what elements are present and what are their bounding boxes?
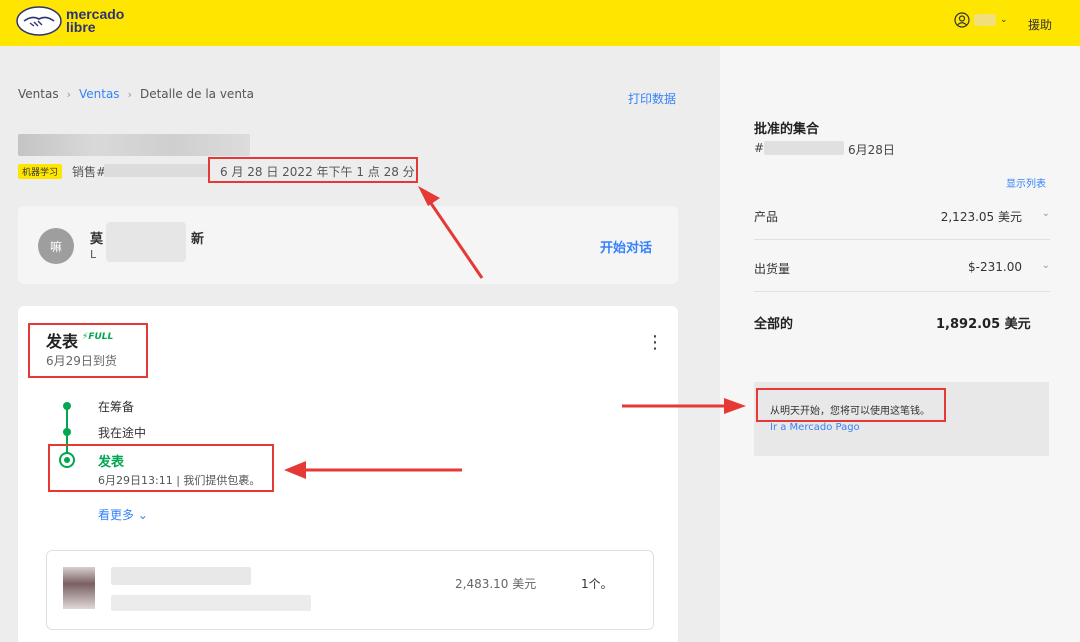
summary-date: 6月28日 bbox=[848, 143, 895, 157]
more-options-icon[interactable]: ⋮ bbox=[646, 334, 664, 352]
timeline-dot bbox=[63, 402, 71, 410]
summary-id: # bbox=[754, 141, 765, 155]
show-list-link[interactable]: 显示列表 bbox=[1006, 175, 1046, 190]
logo-line2: libre bbox=[66, 19, 96, 35]
summary-title: 批准的集合 bbox=[754, 122, 820, 137]
product-variant-blurred bbox=[111, 595, 311, 611]
row-label: 产品 bbox=[754, 210, 779, 224]
annotation-box bbox=[28, 323, 148, 378]
ml-tag-badge: 机器学习 bbox=[18, 164, 63, 179]
chevron-down-icon: ⌄ bbox=[1000, 15, 1008, 25]
help-link[interactable]: 援助 bbox=[1028, 16, 1052, 33]
product-quantity: 1个。 bbox=[581, 577, 613, 591]
timeline-dot bbox=[63, 428, 71, 436]
print-data-link[interactable]: 打印数据 bbox=[628, 90, 676, 107]
annotation-box bbox=[208, 157, 418, 183]
mercado-libre-logo[interactable]: mercado libre bbox=[16, 6, 124, 36]
chevron-down-icon: ⌄ bbox=[137, 508, 148, 522]
buyer-username: L bbox=[90, 248, 97, 261]
see-more-label: 看更多 bbox=[98, 508, 135, 522]
timeline-step: 我在途中 bbox=[98, 426, 147, 440]
user-menu[interactable]: ⌄ bbox=[954, 12, 1008, 28]
product-title-blurred bbox=[18, 134, 250, 156]
user-name-blurred bbox=[974, 14, 996, 26]
total-value: 1,892.05 美元 bbox=[936, 317, 1031, 332]
row-value: 2,123.05 美元 bbox=[940, 210, 1022, 224]
annotation-box bbox=[756, 388, 946, 422]
total-label: 全部的 bbox=[754, 317, 794, 332]
summary-row-shipping[interactable]: 出货量 $-231.00 ⌄ bbox=[754, 240, 1050, 292]
summary-id-blurred bbox=[764, 141, 844, 155]
breadcrumb: Ventas › Ventas › Detalle de la venta bbox=[18, 87, 254, 101]
buyer-name-prefix: 莫 bbox=[90, 232, 104, 247]
chevron-down-icon: ⌄ bbox=[1041, 260, 1050, 271]
sale-detail-main: Ventas › Ventas › Detalle de la venta 打印… bbox=[0, 46, 720, 642]
start-chat-link[interactable]: 开始对话 bbox=[600, 237, 652, 256]
user-icon bbox=[954, 12, 970, 28]
product-thumbnail bbox=[63, 567, 95, 609]
product-price: 2,483.10 美元 bbox=[455, 577, 537, 591]
breadcrumb-current: Detalle de la venta bbox=[139, 87, 254, 101]
mercado-pago-link[interactable]: Ir a Mercado Pago bbox=[770, 422, 860, 433]
product-name-blurred bbox=[111, 567, 251, 585]
buyer-name-blurred bbox=[106, 222, 186, 262]
avatar: 嘛 bbox=[38, 228, 74, 264]
buyer-card: 嘛 莫 新 L 开始对话 bbox=[18, 206, 678, 284]
buyer-name-suffix: 新 bbox=[191, 232, 205, 247]
shipment-card: 发表 ⚡︎FULL 6月29日到货 ⋮ 在筹备 我在途中 发表 6月29日13:… bbox=[18, 306, 678, 642]
row-label: 出货量 bbox=[754, 262, 791, 276]
payment-summary: 批准的集合 # 6月28日 显示列表 产品 2,123.05 美元 ⌄ 出货量 … bbox=[720, 46, 1080, 642]
timeline-step: 在筹备 bbox=[98, 400, 135, 414]
handshake-icon bbox=[16, 6, 62, 36]
top-bar: mercado libre ⌄ 援助 bbox=[0, 0, 1080, 46]
breadcrumb-item[interactable]: Ventas bbox=[79, 87, 120, 101]
product-card: 2,483.10 美元 1个。 bbox=[46, 550, 654, 630]
chevron-right-icon: › bbox=[127, 87, 132, 101]
sale-number-blurred bbox=[104, 164, 208, 177]
chevron-right-icon: › bbox=[66, 87, 71, 101]
see-more-link[interactable]: 看更多 ⌄ bbox=[98, 506, 148, 523]
row-value: $-231.00 bbox=[968, 260, 1022, 274]
chevron-down-icon: ⌄ bbox=[1041, 208, 1050, 219]
breadcrumb-item[interactable]: Ventas bbox=[18, 87, 59, 101]
summary-row-products[interactable]: 产品 2,123.05 美元 ⌄ bbox=[754, 196, 1050, 240]
annotation-box bbox=[48, 444, 274, 492]
